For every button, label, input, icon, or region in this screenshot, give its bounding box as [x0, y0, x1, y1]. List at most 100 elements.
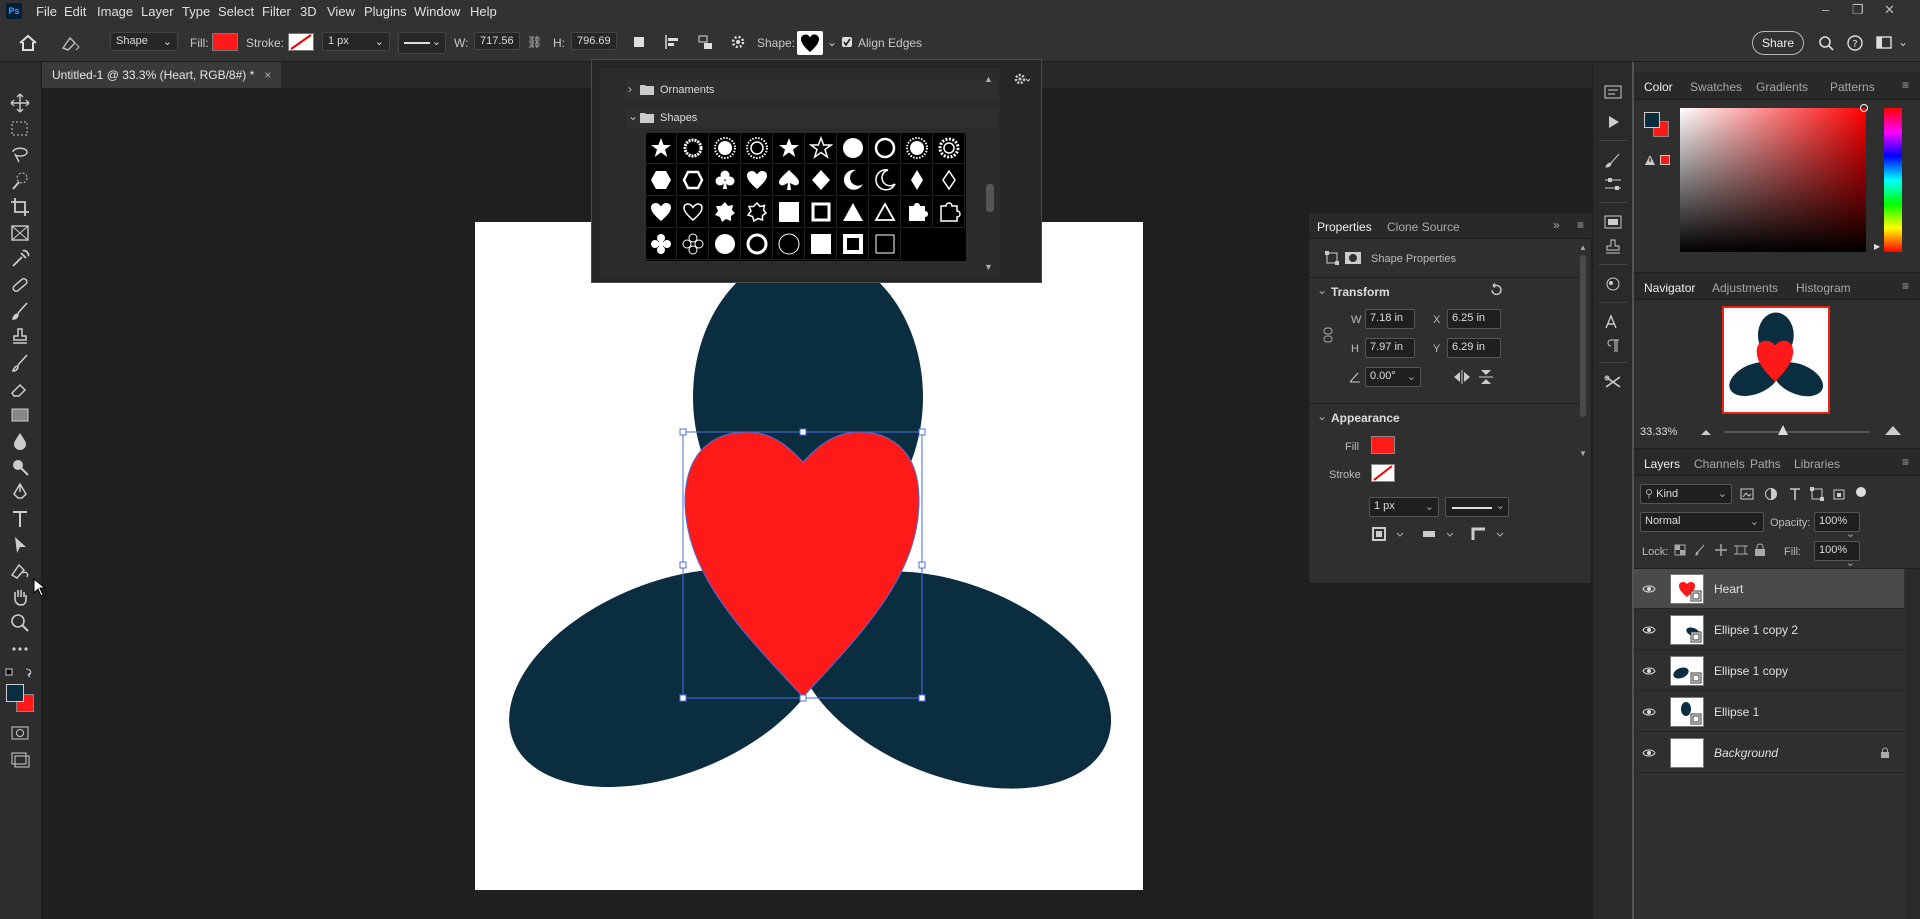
seal-shape-icon[interactable]: [838, 133, 869, 164]
menu-file[interactable]: File: [36, 4, 57, 19]
menu-filter[interactable]: Filter: [262, 4, 291, 19]
transform-y-input[interactable]: 6.29 in: [1447, 338, 1501, 358]
starburst-2-shape-icon[interactable]: [902, 133, 933, 164]
home-icon[interactable]: [18, 34, 38, 52]
appearance-stroke-width-select[interactable]: 1 px ⌄: [1369, 497, 1439, 517]
align-edges-checkbox[interactable]: [842, 37, 852, 47]
opacity-input[interactable]: 100% ⌄: [1814, 512, 1860, 540]
filter-type-icon[interactable]: [1788, 487, 1802, 501]
transform-handle[interactable]: [799, 428, 807, 436]
reset-icon[interactable]: [1489, 283, 1503, 297]
menu-help[interactable]: Help: [470, 4, 497, 19]
layer-row-ellipse-1[interactable]: Ellipse 1: [1634, 692, 1904, 732]
type-tool-icon[interactable]: [9, 508, 31, 530]
appearance-fill-swatch[interactable]: [1371, 436, 1395, 454]
triangle-shape-icon[interactable]: [838, 197, 869, 228]
transform-width-input[interactable]: 7.18 in: [1365, 309, 1415, 329]
hexagon-shape-icon[interactable]: [646, 165, 677, 196]
navigator-preview[interactable]: [1722, 306, 1830, 414]
octagram-outline-shape-icon[interactable]: [742, 197, 773, 228]
path-alignment-icon[interactable]: [664, 34, 682, 50]
square-shape-icon[interactable]: [774, 197, 805, 228]
menu-image[interactable]: Image: [97, 4, 133, 19]
chevron-down-icon[interactable]: ⌄: [1898, 35, 1908, 49]
starburst-shape-icon[interactable]: [710, 133, 741, 164]
gradient-tool-icon[interactable]: [9, 404, 31, 426]
restore-icon[interactable]: ❐: [1852, 2, 1864, 18]
tools-panel-icon[interactable]: [1603, 374, 1623, 390]
close-window-icon[interactable]: ✕: [1884, 2, 1895, 18]
menu-3d[interactable]: 3D: [300, 4, 317, 19]
lock-all-icon[interactable]: [1754, 543, 1766, 557]
tab-clone-source[interactable]: Clone Source: [1387, 220, 1460, 234]
layer-name[interactable]: Ellipse 1 copy 2: [1714, 623, 1798, 637]
panel-menu-icon[interactable]: ≡: [1902, 455, 1909, 469]
link-icon[interactable]: ⛓: [527, 35, 542, 49]
scroll-down-icon[interactable]: ▼: [984, 262, 993, 272]
scroll-up-icon[interactable]: ▲: [984, 74, 993, 84]
zoom-out-icon[interactable]: [1700, 428, 1712, 436]
heart-outline-shape-icon[interactable]: [678, 197, 709, 228]
zoom-tool-icon[interactable]: [9, 612, 31, 634]
menu-window[interactable]: Window: [414, 4, 460, 19]
diamond-shape-icon[interactable]: [806, 165, 837, 196]
scroll-up-icon[interactable]: ▲: [1579, 243, 1587, 252]
history-brush-tool-icon[interactable]: [9, 352, 31, 374]
transform-handle[interactable]: [918, 428, 926, 436]
panel-menu-icon[interactable]: ≡: [1902, 279, 1909, 293]
layer-row-background[interactable]: Background: [1634, 733, 1904, 773]
heart-shape-icon[interactable]: [646, 197, 677, 228]
color-picker-marker[interactable]: [1860, 104, 1868, 112]
transform-handle[interactable]: [679, 561, 687, 569]
tab-patterns[interactable]: Patterns: [1830, 80, 1875, 94]
marquee-tool-icon[interactable]: [9, 118, 31, 140]
healing-brush-tool-icon[interactable]: [9, 274, 31, 296]
spiky-burst-shape-icon[interactable]: [742, 133, 773, 164]
menu-select[interactable]: Select: [218, 4, 254, 19]
quick-mask-icon[interactable]: [9, 722, 31, 744]
path-operations-icon[interactable]: [632, 35, 646, 49]
more-tools-icon[interactable]: [9, 638, 31, 660]
tab-histogram[interactable]: Histogram: [1796, 281, 1851, 295]
shape-tool-icon[interactable]: [9, 560, 31, 582]
panel-menu-icon[interactable]: ≡: [1577, 218, 1584, 232]
stroke-swatch[interactable]: [288, 33, 314, 51]
eraser-tool-icon[interactable]: [9, 378, 31, 400]
stroke-type-select[interactable]: ⌄: [398, 32, 446, 54]
puzzle-shape-icon[interactable]: [902, 197, 933, 228]
star-filled-shape-icon[interactable]: [774, 133, 805, 164]
stroke-caps-select[interactable]: [1419, 525, 1461, 543]
tab-gradients[interactable]: Gradients: [1756, 80, 1808, 94]
link-icon[interactable]: [1323, 327, 1333, 343]
stroke-corners-select[interactable]: [1469, 525, 1511, 543]
visibility-eye-icon[interactable]: [1642, 664, 1656, 678]
tab-paths[interactable]: Paths: [1750, 457, 1781, 471]
appearance-stroke-type-select[interactable]: ⌄: [1445, 497, 1509, 517]
square-2-shape-icon[interactable]: [806, 229, 837, 260]
crop-tool-icon[interactable]: [9, 196, 31, 218]
square-outline-shape-icon[interactable]: [870, 229, 901, 260]
tab-swatches[interactable]: Swatches: [1690, 80, 1742, 94]
path-arrangement-icon[interactable]: [696, 34, 716, 52]
clone-stamp-tool-icon[interactable]: [9, 326, 31, 348]
hand-tool-icon[interactable]: [9, 586, 31, 608]
search-icon[interactable]: [1818, 35, 1834, 51]
scrollbar-thumb[interactable]: [986, 184, 994, 212]
square-frame-shape-icon[interactable]: [806, 197, 837, 228]
foreground-color-swatch[interactable]: [1644, 112, 1660, 128]
eyedropper-tool-icon[interactable]: [9, 248, 31, 270]
color-swatches[interactable]: [6, 684, 34, 712]
brush-tool-icon[interactable]: [9, 300, 31, 322]
spade-shape-icon[interactable]: [774, 165, 805, 196]
heart-shape-icon[interactable]: [742, 165, 773, 196]
fill-opacity-input[interactable]: 100% ⌄: [1814, 541, 1860, 569]
transform-x-input[interactable]: 6.25 in: [1447, 309, 1501, 329]
folder-ornaments[interactable]: › Ornaments: [626, 80, 998, 100]
blend-mode-select[interactable]: Normal ⌄: [1640, 512, 1764, 532]
visibility-eye-icon[interactable]: [1642, 705, 1656, 719]
brush-settings-icon[interactable]: [1603, 152, 1623, 168]
screen-mode-icon[interactable]: [9, 748, 31, 770]
gear-burst-shape-icon[interactable]: [934, 133, 965, 164]
fill-swatch[interactable]: [212, 33, 238, 51]
star-outline-shape-icon[interactable]: [806, 133, 837, 164]
